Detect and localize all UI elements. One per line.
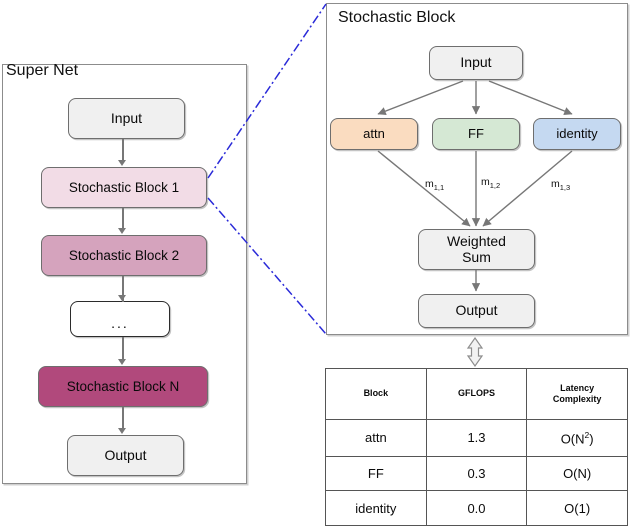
supernet-node-stochastic-block-1-label: Stochastic Block 1 — [68, 179, 180, 195]
latency-attn-base: O(N — [560, 430, 585, 446]
supernet-node-input[interactable]: Input — [68, 98, 185, 139]
supernet-node-stochastic-block-2[interactable]: Stochastic Block 2 — [41, 235, 207, 276]
supernet-node-stochastic-block-n-label: Stochastic Block N — [66, 378, 180, 394]
table-cell-block-attn: attn — [325, 418, 427, 458]
supernet-node-stochastic-block-n[interactable]: Stochastic Block N — [38, 366, 208, 407]
stochastic-block-weighted-sum-line2: Sum — [462, 248, 491, 265]
latency-attn-tail: ) — [589, 430, 594, 446]
supernet-node-ellipsis-label: ... — [111, 315, 129, 332]
weight-label-m-1-3-sub: 1,3 — [559, 183, 571, 193]
stochastic-block-option-ff[interactable]: FF — [432, 118, 520, 150]
supernet-arrow-block2-to-ellipsis — [118, 295, 126, 301]
table-row: identity 0.0 O(1) — [325, 490, 628, 526]
stochastic-block-weighted-sum-line1: Weighted — [447, 232, 506, 249]
table-cell-block-ff: FF — [325, 455, 427, 492]
weight-label-m-1-1-base: m — [425, 178, 434, 190]
stochastic-block-weighted-sum[interactable]: Weighted Sum — [418, 229, 535, 270]
table-cell-latency-identity: O(1) — [526, 490, 628, 526]
supernet-node-stochastic-block-2-label: Stochastic Block 2 — [68, 247, 180, 263]
stochastic-block-output[interactable]: Output — [418, 294, 535, 328]
supernet-node-output-label: Output — [104, 446, 147, 463]
table-cell-block-identity: identity — [325, 490, 427, 526]
super-net-title: Super Net — [6, 62, 79, 79]
cost-table: Block GFLOPS Latency Complexity attn 1.3… — [325, 368, 628, 526]
table-row: FF 0.3 O(N) — [325, 455, 628, 492]
supernet-edge-block1-to-block2 — [122, 208, 124, 229]
table-cell-gflops-ff: 0.3 — [425, 455, 528, 492]
supernet-edge-input-to-block1 — [122, 139, 124, 161]
weight-label-m-1-3-base: m — [551, 178, 560, 190]
weight-label-m-1-2-base: m — [481, 176, 490, 188]
table-header-gflops: GFLOPS — [425, 368, 528, 420]
supernet-edge-ellipsis-to-blockn — [122, 337, 124, 360]
stochastic-block-input-label: Input — [460, 54, 492, 71]
supernet-node-output[interactable]: Output — [67, 435, 184, 476]
table-row: attn 1.3 O(N2) — [325, 418, 628, 458]
table-header-latency-line1: Latency — [560, 382, 595, 393]
table-cell-latency-attn: O(N2) — [526, 418, 628, 458]
vertical-double-arrow — [466, 336, 484, 368]
table-header-latency-line2: Complexity — [552, 393, 602, 404]
table-header-block: Block — [325, 368, 427, 420]
weight-label-m-1-3: m1,3 — [551, 178, 570, 192]
table-cell-latency-ff: O(N) — [526, 455, 628, 492]
table-header-latency-complexity: Latency Complexity — [526, 368, 628, 420]
diagram-canvas: Super Net Input Stochastic Block 1 Stoch… — [0, 0, 640, 529]
stochastic-block-output-label: Output — [455, 302, 498, 319]
stochastic-block-option-attn-label: attn — [363, 125, 385, 141]
supernet-arrow-input-to-block1 — [118, 160, 126, 166]
weight-label-m-1-1-sub: 1,1 — [433, 183, 445, 193]
cost-table-wrapper: Block GFLOPS Latency Complexity attn 1.3… — [325, 368, 628, 526]
weight-label-m-1-2-sub: 1,2 — [489, 181, 501, 191]
stochastic-block-option-identity-label: identity — [556, 125, 598, 141]
stochastic-block-option-identity[interactable]: identity — [533, 118, 621, 150]
table-header-row: Block GFLOPS Latency Complexity — [325, 368, 628, 420]
stochastic-block-title: Stochastic Block — [338, 9, 456, 26]
supernet-edge-blockn-to-output — [122, 407, 124, 429]
weight-label-m-1-2: m1,2 — [481, 176, 500, 190]
supernet-arrow-block1-to-block2 — [118, 228, 126, 234]
supernet-arrow-blockn-to-output — [118, 428, 126, 434]
table-cell-gflops-identity: 0.0 — [425, 490, 528, 526]
stochastic-block-option-attn[interactable]: attn — [330, 118, 418, 150]
supernet-arrow-ellipsis-to-blockn — [118, 359, 126, 365]
supernet-node-stochastic-block-1[interactable]: Stochastic Block 1 — [41, 167, 207, 208]
stochastic-block-input[interactable]: Input — [429, 46, 523, 80]
supernet-node-ellipsis[interactable]: ... — [70, 301, 170, 337]
stochastic-block-option-ff-label: FF — [468, 125, 484, 141]
supernet-node-input-label: Input — [110, 109, 143, 126]
weight-label-m-1-1: m1,1 — [425, 178, 444, 192]
table-cell-gflops-attn: 1.3 — [425, 418, 528, 458]
